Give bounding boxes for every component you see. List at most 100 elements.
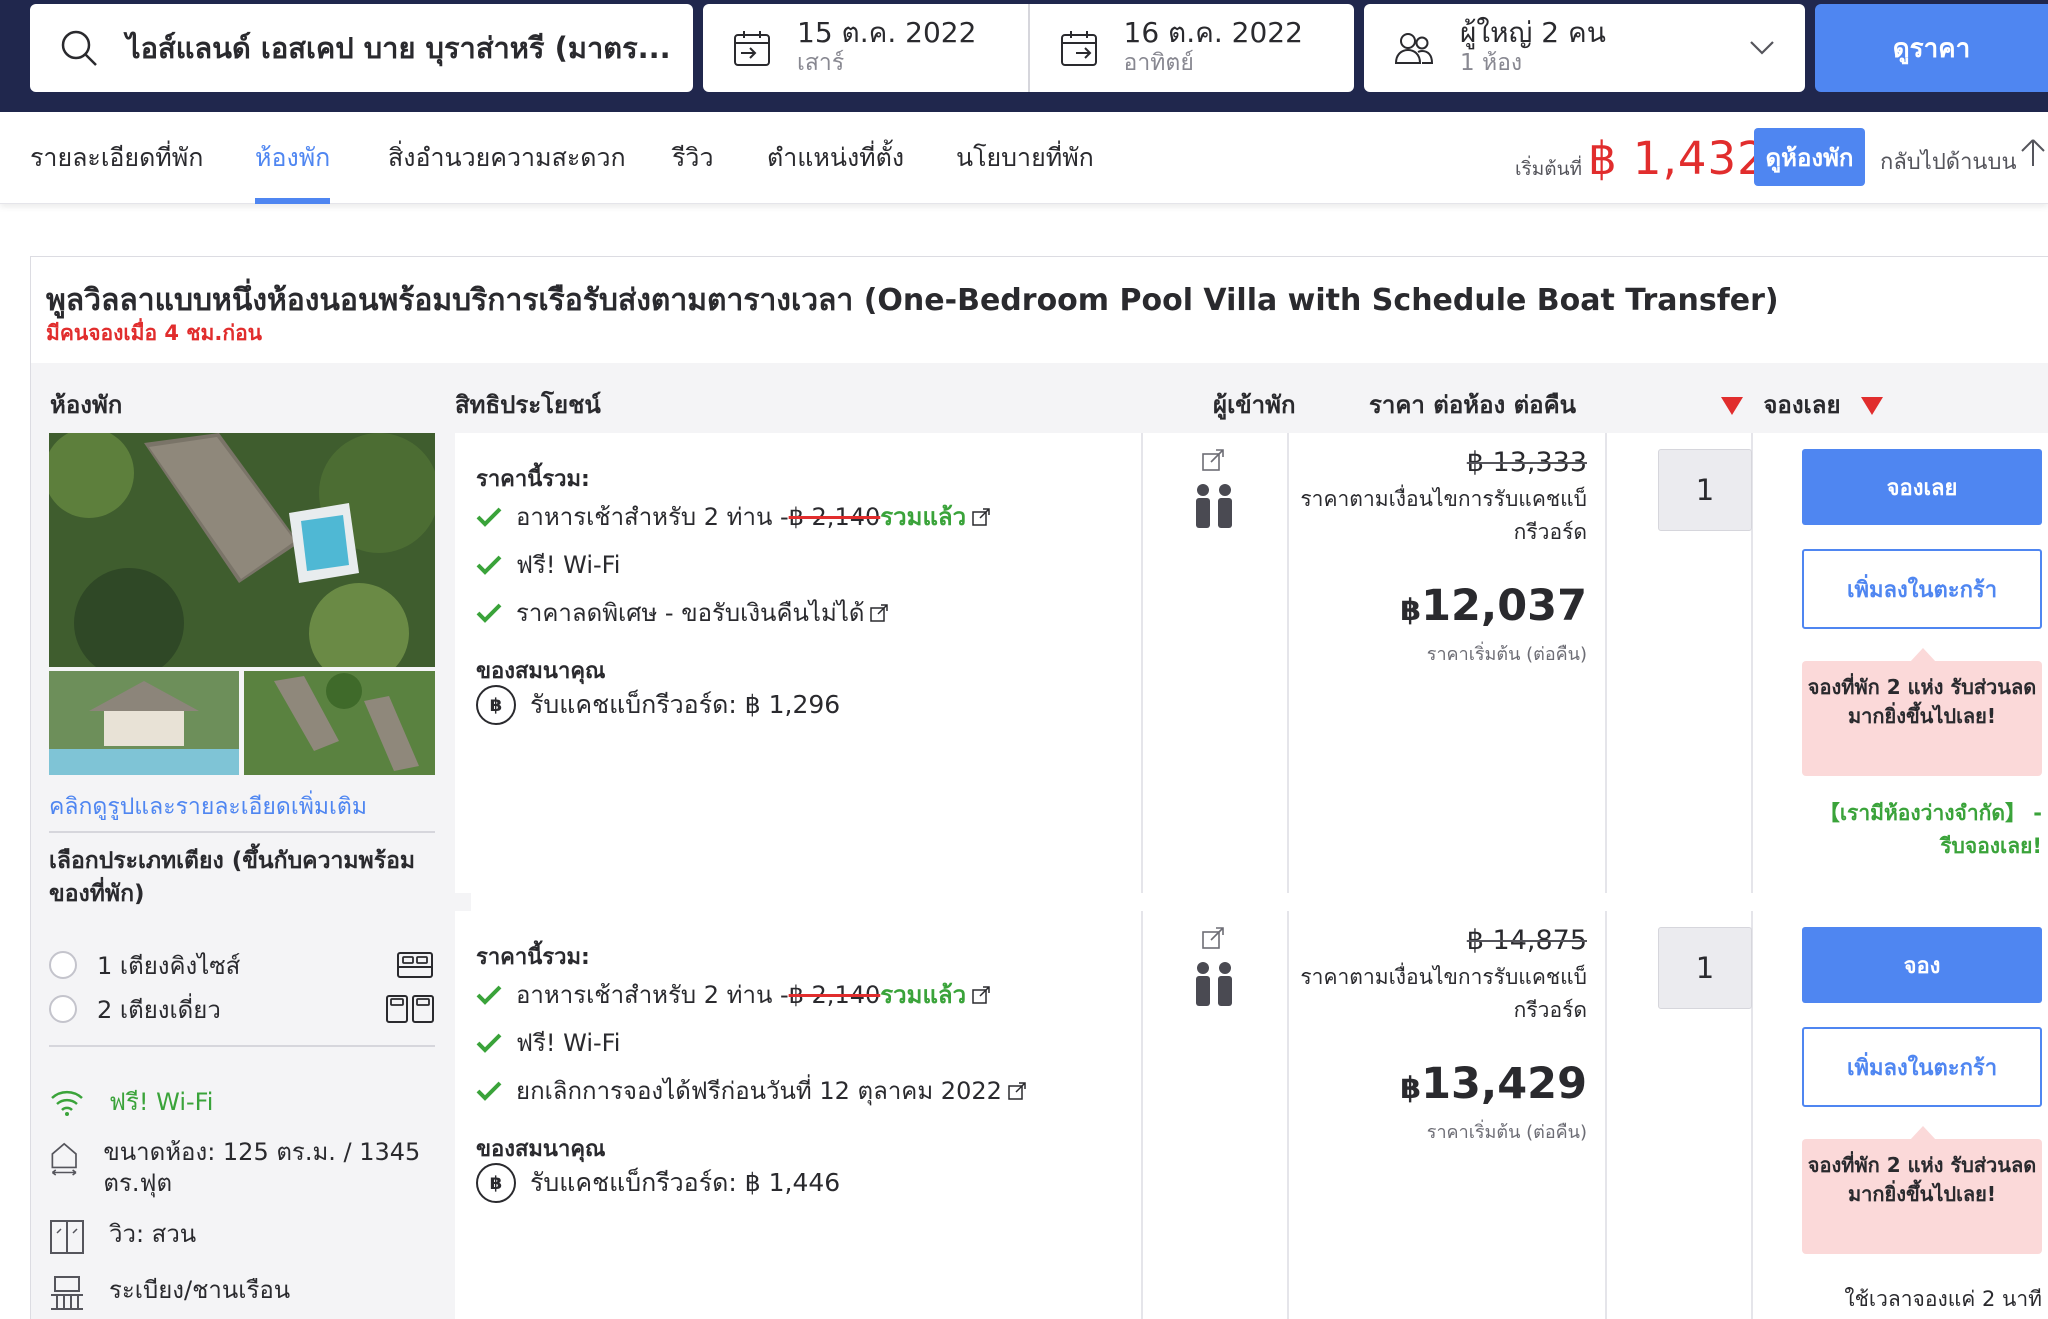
add-to-cart-button[interactable]: เพิ่มลงในตะกร้า — [1802, 549, 2042, 629]
twin-bed-icon — [386, 995, 434, 1023]
tab-rooms[interactable]: ห้องพัก — [255, 138, 331, 204]
tab-location[interactable]: ตำแหน่งที่ตั้ง — [767, 138, 904, 204]
occupancy-info-icon[interactable] — [1202, 927, 1224, 949]
guests-icon — [1394, 33, 1434, 64]
guests-field[interactable]: ผู้ใหญ่ 2 คน 1 ห้อง — [1364, 4, 1805, 92]
room-photo-thumb-1[interactable] — [49, 671, 239, 775]
tab-property-details[interactable]: รายละเอียดที่พัก — [30, 138, 203, 204]
price-condition: ราคาตามเงื่อนไขการรับแคชแบ็กรีวอร์ด — [1300, 487, 1587, 544]
bed-option-label: 2 เตียงเดี่ยว — [97, 995, 221, 1024]
check-icon — [476, 507, 502, 527]
room-quantity-select[interactable]: 1 — [1658, 449, 1752, 531]
bed-type-title: เลือกประเภทเตียง (ขึ้นกับความพร้อมของที่… — [49, 848, 416, 907]
add-to-cart-button[interactable]: เพิ่มลงในตะกร้า — [1802, 1027, 2042, 1107]
villa-aerial-photo — [49, 433, 435, 667]
check-icon — [476, 555, 502, 575]
room-photo-main[interactable] — [49, 433, 435, 667]
price-per-night: ราคาเริ่มต้น (ต่อคืน) — [1426, 1122, 1587, 1143]
header-book-label: จองเลย — [1763, 391, 1841, 419]
original-price: ฿ 13,333 — [1466, 447, 1587, 478]
checkout-date: 16 ต.ค. 2022 — [1123, 16, 1303, 49]
benefit-text: ราคาลดพิเศษ - ขอรับเงินคืนไม่ได้ — [516, 599, 865, 627]
cashback-reward: ฿ รับแคชแบ็กรีวอร์ด: ฿ 1,446 — [476, 1163, 840, 1203]
price-currency: ฿ — [1400, 593, 1422, 628]
tab-policies[interactable]: นโยบายที่พัก — [956, 138, 1094, 204]
property-nav: รายละเอียดที่พัก ห้องพัก สิ่งอำนวยความสะ… — [0, 112, 2048, 204]
destination-field[interactable]: ไอส์แลนด์ เอสเคป บาย บุราส่าหรี (มาตร... — [30, 4, 693, 92]
amenity-label: ฟรี! Wi-Fi — [109, 1088, 214, 1116]
window-view-icon — [50, 1220, 84, 1254]
price-value: 12,037 — [1421, 581, 1587, 631]
header-book: จองเลย — [1721, 385, 1883, 424]
benefit-text: ยกเลิกการจองได้ฟรีก่อนวันที่ 12 ตุลาคม 2… — [516, 1077, 1002, 1105]
rate-offer-1: ราคานี้รวม: อาหารเช้าสำหรับ 2 ท่าน - ฿ 2… — [455, 433, 2048, 893]
cashback-text: รับแคชแบ็กรีวอร์ด: ฿ 1,446 — [530, 1168, 841, 1197]
benefit-text: ฟรี! Wi-Fi — [516, 1029, 621, 1057]
limited-rooms-note: 【เรามีห้องว่างจำกัด】 - รีบจองเลย! — [1818, 801, 2042, 858]
original-price: ฿ 14,875 — [1466, 925, 1587, 956]
radio-button[interactable] — [49, 995, 77, 1023]
cashback-reward: ฿ รับแคชแบ็กรีวอร์ด: ฿ 1,296 — [476, 685, 840, 725]
room-size-icon — [51, 1142, 77, 1176]
benefit-strike-price: ฿ 2,140 — [788, 980, 881, 1009]
balcony-icon — [51, 1276, 83, 1310]
amenity-room-size: ขนาดห้อง: 125 ตร.ม. / 1345 ตร.ฟุต — [49, 1137, 435, 1199]
more-photos-link[interactable]: คลิกดูรูปและรายละเอียดเพิ่มเติม — [49, 789, 367, 825]
external-link-icon[interactable] — [972, 507, 990, 526]
bed-option-twin[interactable]: 2 เตียงเดี่ยว — [49, 991, 435, 1027]
header-room: ห้องพัก — [50, 391, 123, 419]
external-link-icon[interactable] — [972, 985, 990, 1004]
triangle-down-icon — [1860, 397, 1883, 415]
external-link-icon[interactable] — [870, 603, 889, 622]
destination-text: ไอส์แลนด์ เอสเคป บาย บุราส่าหรี (มาตร... — [126, 31, 671, 65]
amenity-balcony: ระเบียง/ชานเรือน — [49, 1275, 435, 1311]
price-condition: ราคาตามเงื่อนไขการรับแคชแบ็กรีวอร์ด — [1300, 965, 1587, 1022]
arrow-up-icon[interactable] — [2020, 138, 2046, 168]
back-to-top-link[interactable]: กลับไปด้านบน — [1880, 144, 2016, 179]
check-icon — [476, 1033, 502, 1053]
bed-option-king[interactable]: 1 เตียงคิงไซส์ — [49, 947, 435, 983]
includes-title: ราคานี้รวม: — [476, 467, 590, 492]
date-field[interactable]: 15 ต.ค. 2022 เสาร์ 16 ต.ค. 2022 อาทิตย์ — [703, 4, 1354, 92]
checkin-date: 15 ต.ค. 2022 — [797, 16, 977, 49]
tab-reviews[interactable]: รีวิว — [672, 138, 714, 204]
checkin-calendar-icon — [734, 31, 770, 66]
gift-title: ของสมนาคุณ — [476, 659, 606, 684]
radio-button[interactable] — [49, 951, 77, 979]
check-icon — [476, 1081, 502, 1101]
adults-count: ผู้ใหญ่ 2 คน — [1460, 16, 1606, 49]
checkout-field[interactable]: 16 ต.ค. 2022 อาทิตย์ — [1030, 4, 1355, 92]
book-button[interactable]: จอง — [1802, 927, 2042, 1003]
final-price: ฿12,037 — [1400, 581, 1587, 631]
room-photo-thumb-2[interactable] — [244, 671, 435, 775]
benefit-breakfast: อาหารเช้าสำหรับ 2 ท่าน - ฿ 2,140 รวมแล้ว — [476, 975, 990, 1014]
external-link-icon[interactable] — [1008, 1081, 1026, 1100]
benefit-free-cancellation: ยกเลิกการจองได้ฟรีก่อนวันที่ 12 ตุลาคม 2… — [476, 1071, 1026, 1110]
benefit-wifi: ฟรี! Wi-Fi — [476, 1023, 620, 1062]
book-now-button[interactable]: จองเลย — [1802, 449, 2042, 525]
tab-facilities[interactable]: สิ่งอำนวยความสะดวก — [388, 138, 626, 204]
rate-offer-2: ราคานี้รวม: อาหารเช้าสำหรับ 2 ท่าน - ฿ 2… — [455, 911, 2048, 1319]
check-icon — [476, 985, 502, 1005]
occupancy-info-icon[interactable] — [1202, 449, 1224, 471]
start-price: ฿ 1,432 — [1588, 132, 1767, 185]
room-quantity-select[interactable]: 1 — [1658, 927, 1752, 1009]
checkin-field[interactable]: 15 ต.ค. 2022 เสาร์ — [703, 4, 1030, 92]
booking-time-note: ใช้เวลาจองแค่ 2 นาที — [1844, 1287, 2042, 1311]
multi-booking-promo: จองที่พัก 2 แห่ง รับส่วนลดมากยิ่งขึ้นไปเ… — [1802, 1126, 2042, 1254]
check-price-button[interactable]: ดูราคา — [1815, 4, 2048, 92]
room-title[interactable]: พูลวิลลาแบบหนึ่งห้องนอนพร้อมบริการเรือรั… — [46, 277, 1779, 324]
checkin-day: เสาร์ — [797, 50, 845, 76]
start-price-label: เริ่มต้นที่ — [1515, 158, 1583, 180]
includes-title: ราคานี้รวม: — [476, 945, 590, 970]
amenity-label: วิว: สวน — [109, 1220, 197, 1248]
chevron-down-icon[interactable] — [1749, 40, 1775, 56]
header-occupancy: ผู้เข้าพัก — [1213, 391, 1296, 419]
villa-roofs-photo — [244, 671, 435, 775]
view-rooms-button[interactable]: ดูห้องพัก — [1754, 128, 1865, 186]
benefit-text: อาหารเช้าสำหรับ 2 ท่าน - — [516, 503, 789, 531]
amenity-label: ระเบียง/ชานเรือน — [109, 1276, 291, 1304]
checkout-calendar-icon — [1060, 31, 1097, 66]
price-block: ฿ 14,875 ราคาตามเงื่อนไขการรับแคชแบ็กรีว… — [1289, 911, 1587, 1319]
benefit-included: รวมแล้ว — [880, 981, 967, 1009]
